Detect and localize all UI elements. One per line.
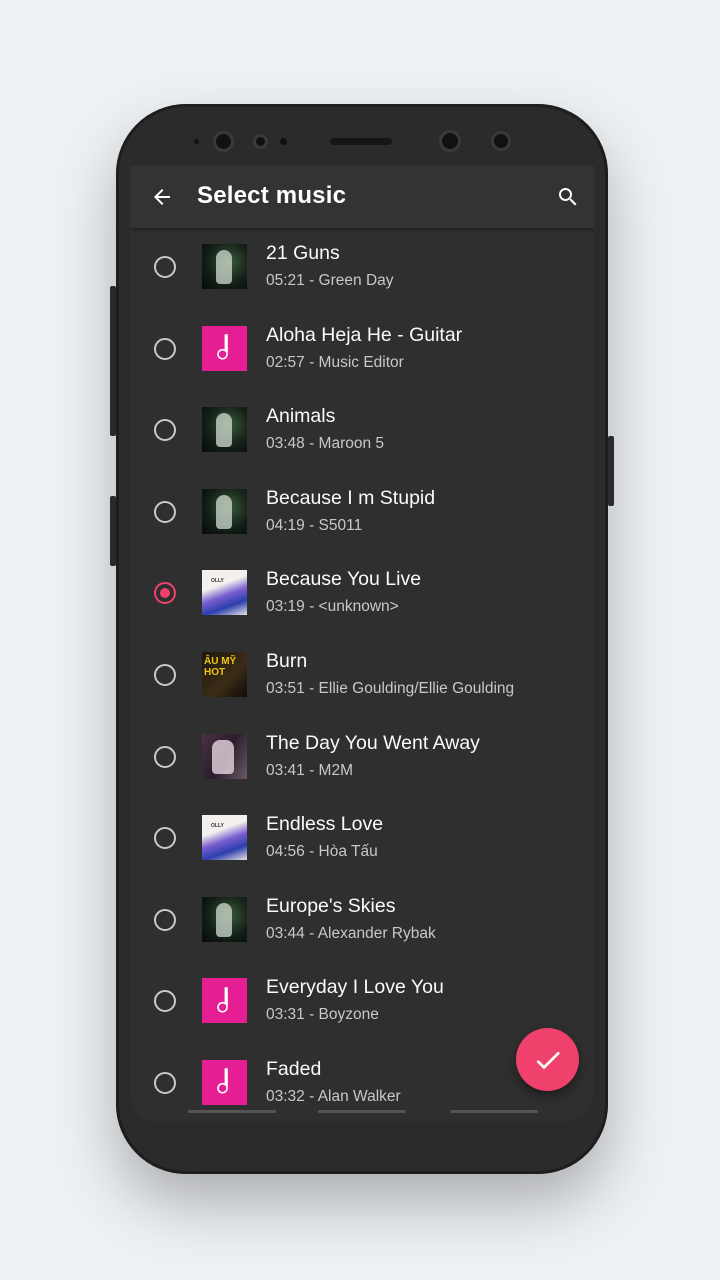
song-title: Europe's Skies bbox=[266, 894, 396, 917]
song-meta: 03:48 - Maroon 5 bbox=[266, 435, 385, 453]
select-radio[interactable] bbox=[154, 582, 176, 605]
select-radio[interactable] bbox=[154, 500, 176, 523]
list-item[interactable]: Because I m Stupid 04:19 - S5011 bbox=[130, 473, 594, 555]
music-note-icon bbox=[216, 987, 228, 1013]
album-art: ÂU MỸ HOT bbox=[202, 651, 247, 697]
song-title: Everyday I Love You bbox=[266, 976, 444, 999]
iris-scanner bbox=[442, 133, 458, 149]
song-meta: 03:32 - Alan Walker bbox=[266, 1087, 401, 1105]
album-art bbox=[202, 896, 247, 942]
album-art: OLLY bbox=[202, 570, 247, 616]
select-radio[interactable] bbox=[154, 908, 176, 931]
song-title: Faded bbox=[266, 1057, 322, 1080]
sensor-dot bbox=[280, 138, 287, 145]
iris-camera bbox=[494, 134, 508, 148]
list-item[interactable]: OLLY Endless Love 04:56 - Hòa Tấu bbox=[130, 799, 594, 881]
song-title: 21 Guns bbox=[266, 242, 340, 264]
nav-hint-bar bbox=[188, 1110, 276, 1113]
arrow-back-icon bbox=[154, 189, 170, 205]
select-radio[interactable] bbox=[154, 419, 176, 442]
song-title: Aloha Heja He - Guitar bbox=[266, 323, 463, 346]
phone-top-bezel bbox=[116, 104, 608, 166]
select-radio[interactable] bbox=[154, 1071, 176, 1094]
list-item[interactable]: Animals 03:48 - Maroon 5 bbox=[130, 391, 594, 473]
song-list: 21 Guns 05:21 - Green Day Aloha Heja He - … bbox=[130, 228, 594, 1122]
album-art bbox=[202, 407, 247, 453]
app-bar: Select music bbox=[130, 166, 594, 228]
earpiece-speaker bbox=[330, 138, 392, 145]
album-art bbox=[202, 244, 247, 289]
select-radio[interactable] bbox=[154, 745, 176, 768]
list-item[interactable]: Aloha Heja He - Guitar 02:57 - Music Edit… bbox=[130, 310, 594, 392]
song-title: Burn bbox=[266, 649, 308, 672]
list-item[interactable]: ÂU MỸ HOT Burn 03:51 - Ellie Goulding/Ellie… bbox=[130, 636, 594, 718]
sensor-dot bbox=[194, 139, 199, 144]
select-radio[interactable] bbox=[154, 256, 176, 278]
front-camera bbox=[216, 134, 231, 149]
list-item[interactable]: The Day You Went Away 03:41 - M2M bbox=[130, 718, 594, 800]
back-button[interactable] bbox=[138, 173, 186, 221]
album-art: OLLY bbox=[202, 815, 247, 861]
music-note-icon bbox=[216, 1068, 228, 1094]
song-title: Because I m Stupid bbox=[266, 486, 436, 509]
select-radio[interactable] bbox=[154, 663, 176, 686]
song-title: The Day You Went Away bbox=[266, 731, 480, 754]
song-meta: 04:19 - S5011 bbox=[266, 516, 363, 534]
song-meta: 03:41 - M2M bbox=[266, 761, 354, 779]
phone-frame: Select music 21 Guns 05:21 - Green Day Alo… bbox=[110, 104, 614, 1174]
song-title: Because You Live bbox=[266, 568, 422, 591]
song-meta: 03:19 - <unknown> bbox=[266, 598, 399, 616]
album-art bbox=[202, 1059, 247, 1105]
song-meta: 03:31 - Boyzone bbox=[266, 1006, 379, 1024]
list-item[interactable]: Everyday I Love You 03:31 - Boyzone bbox=[130, 962, 594, 1044]
list-item[interactable]: 21 Guns 05:21 - Green Day bbox=[130, 228, 594, 310]
album-art bbox=[202, 325, 247, 371]
sensor-dot bbox=[256, 137, 265, 146]
check-icon bbox=[536, 1050, 560, 1069]
power-button bbox=[608, 436, 614, 506]
volume-button bbox=[110, 286, 116, 436]
nav-hint-bar bbox=[318, 1110, 406, 1113]
select-radio[interactable] bbox=[154, 827, 176, 850]
confirm-button[interactable] bbox=[516, 1028, 579, 1091]
app-screen: Select music 21 Guns 05:21 - Green Day Alo… bbox=[130, 166, 594, 1122]
album-art bbox=[202, 733, 247, 779]
song-title: Animals bbox=[266, 405, 336, 428]
select-radio[interactable] bbox=[154, 337, 176, 360]
album-art bbox=[202, 978, 247, 1024]
song-meta: 02:57 - Music Editor bbox=[266, 353, 404, 371]
song-meta: 03:51 - Ellie Goulding/Ellie Goulding bbox=[266, 679, 515, 697]
page-title: Select music bbox=[197, 182, 347, 209]
select-radio[interactable] bbox=[154, 990, 176, 1013]
music-note-icon bbox=[216, 334, 228, 360]
list-item[interactable]: OLLY Because You Live 03:19 - <unknown> bbox=[130, 554, 594, 636]
album-art bbox=[202, 488, 247, 534]
list-item[interactable]: Europe's Skies 03:44 - Alexander Rybak bbox=[130, 881, 594, 963]
song-meta: 03:44 - Alexander Rybak bbox=[266, 924, 436, 942]
song-meta: 05:21 - Green Day bbox=[266, 272, 394, 289]
search-button[interactable] bbox=[544, 173, 592, 221]
search-icon bbox=[559, 188, 577, 206]
song-title: Endless Love bbox=[266, 813, 384, 836]
bixby-button bbox=[110, 496, 116, 566]
nav-hint-bar bbox=[450, 1110, 538, 1113]
song-meta: 04:56 - Hòa Tấu bbox=[266, 843, 378, 861]
